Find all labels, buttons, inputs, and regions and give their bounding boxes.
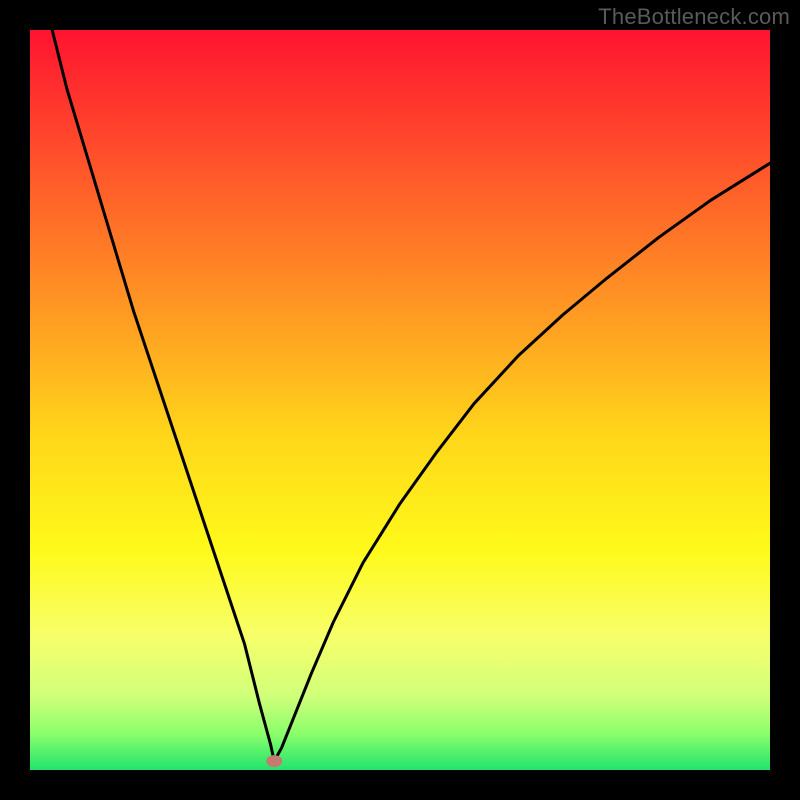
- minimum-marker: [266, 755, 282, 767]
- watermark-text: TheBottleneck.com: [598, 4, 790, 30]
- chart-background: [30, 30, 770, 770]
- plot-area: [30, 30, 770, 770]
- chart-frame: TheBottleneck.com: [0, 0, 800, 800]
- chart-svg: [30, 30, 770, 770]
